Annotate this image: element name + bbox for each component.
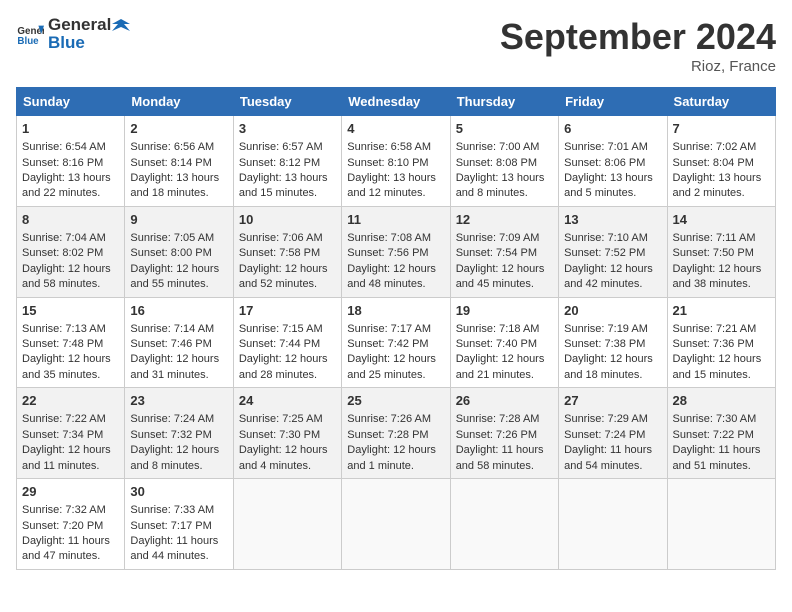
table-row: 5Sunrise: 7:00 AMSunset: 8:08 PMDaylight… bbox=[450, 116, 558, 207]
calendar-week-2: 15Sunrise: 7:13 AMSunset: 7:48 PMDayligh… bbox=[17, 297, 776, 388]
calendar-week-3: 22Sunrise: 7:22 AMSunset: 7:34 PMDayligh… bbox=[17, 388, 776, 479]
col-monday: Monday bbox=[125, 88, 233, 116]
logo: General Blue General Blue bbox=[16, 16, 131, 53]
table-row: 23Sunrise: 7:24 AMSunset: 7:32 PMDayligh… bbox=[125, 388, 233, 479]
svg-text:Blue: Blue bbox=[17, 36, 39, 47]
col-wednesday: Wednesday bbox=[342, 88, 450, 116]
table-row: 1Sunrise: 6:54 AMSunset: 8:16 PMDaylight… bbox=[17, 116, 125, 207]
table-row: 4Sunrise: 6:58 AMSunset: 8:10 PMDaylight… bbox=[342, 116, 450, 207]
calendar-week-0: 1Sunrise: 6:54 AMSunset: 8:16 PMDaylight… bbox=[17, 116, 776, 207]
table-row: 14Sunrise: 7:11 AMSunset: 7:50 PMDayligh… bbox=[667, 206, 775, 297]
table-row: 10Sunrise: 7:06 AMSunset: 7:58 PMDayligh… bbox=[233, 206, 341, 297]
col-tuesday: Tuesday bbox=[233, 88, 341, 116]
logo-bird-icon bbox=[112, 17, 130, 35]
table-row bbox=[450, 479, 558, 570]
logo-general: General bbox=[48, 15, 111, 34]
col-sunday: Sunday bbox=[17, 88, 125, 116]
table-row bbox=[342, 479, 450, 570]
table-row: 20Sunrise: 7:19 AMSunset: 7:38 PMDayligh… bbox=[559, 297, 667, 388]
table-row: 13Sunrise: 7:10 AMSunset: 7:52 PMDayligh… bbox=[559, 206, 667, 297]
calendar-week-1: 8Sunrise: 7:04 AMSunset: 8:02 PMDaylight… bbox=[17, 206, 776, 297]
col-saturday: Saturday bbox=[667, 88, 775, 116]
table-row: 7Sunrise: 7:02 AMSunset: 8:04 PMDaylight… bbox=[667, 116, 775, 207]
table-row: 9Sunrise: 7:05 AMSunset: 8:00 PMDaylight… bbox=[125, 206, 233, 297]
col-friday: Friday bbox=[559, 88, 667, 116]
table-row bbox=[233, 479, 341, 570]
table-row: 28Sunrise: 7:30 AMSunset: 7:22 PMDayligh… bbox=[667, 388, 775, 479]
title-area: September 2024 Rioz, France bbox=[500, 16, 776, 75]
table-row: 26Sunrise: 7:28 AMSunset: 7:26 PMDayligh… bbox=[450, 388, 558, 479]
header: General Blue General Blue September 2024… bbox=[16, 16, 776, 75]
calendar-table: Sunday Monday Tuesday Wednesday Thursday… bbox=[16, 87, 776, 570]
table-row: 17Sunrise: 7:15 AMSunset: 7:44 PMDayligh… bbox=[233, 297, 341, 388]
location: Rioz, France bbox=[500, 58, 776, 75]
table-row: 22Sunrise: 7:22 AMSunset: 7:34 PMDayligh… bbox=[17, 388, 125, 479]
table-row: 16Sunrise: 7:14 AMSunset: 7:46 PMDayligh… bbox=[125, 297, 233, 388]
table-row: 15Sunrise: 7:13 AMSunset: 7:48 PMDayligh… bbox=[17, 297, 125, 388]
calendar-header-row: Sunday Monday Tuesday Wednesday Thursday… bbox=[17, 88, 776, 116]
logo-blue-text: Blue bbox=[48, 33, 131, 53]
table-row: 29Sunrise: 7:32 AMSunset: 7:20 PMDayligh… bbox=[17, 479, 125, 570]
table-row: 2Sunrise: 6:56 AMSunset: 8:14 PMDaylight… bbox=[125, 116, 233, 207]
table-row: 6Sunrise: 7:01 AMSunset: 8:06 PMDaylight… bbox=[559, 116, 667, 207]
table-row: 25Sunrise: 7:26 AMSunset: 7:28 PMDayligh… bbox=[342, 388, 450, 479]
month-title: September 2024 bbox=[500, 16, 776, 58]
table-row: 30Sunrise: 7:33 AMSunset: 7:17 PMDayligh… bbox=[125, 479, 233, 570]
table-row: 19Sunrise: 7:18 AMSunset: 7:40 PMDayligh… bbox=[450, 297, 558, 388]
table-row bbox=[559, 479, 667, 570]
table-row: 8Sunrise: 7:04 AMSunset: 8:02 PMDaylight… bbox=[17, 206, 125, 297]
table-row: 18Sunrise: 7:17 AMSunset: 7:42 PMDayligh… bbox=[342, 297, 450, 388]
logo-icon: General Blue bbox=[16, 20, 44, 48]
table-row: 12Sunrise: 7:09 AMSunset: 7:54 PMDayligh… bbox=[450, 206, 558, 297]
calendar-week-4: 29Sunrise: 7:32 AMSunset: 7:20 PMDayligh… bbox=[17, 479, 776, 570]
table-row: 21Sunrise: 7:21 AMSunset: 7:36 PMDayligh… bbox=[667, 297, 775, 388]
table-row: 3Sunrise: 6:57 AMSunset: 8:12 PMDaylight… bbox=[233, 116, 341, 207]
table-row: 11Sunrise: 7:08 AMSunset: 7:56 PMDayligh… bbox=[342, 206, 450, 297]
table-row: 27Sunrise: 7:29 AMSunset: 7:24 PMDayligh… bbox=[559, 388, 667, 479]
table-row bbox=[667, 479, 775, 570]
col-thursday: Thursday bbox=[450, 88, 558, 116]
table-row: 24Sunrise: 7:25 AMSunset: 7:30 PMDayligh… bbox=[233, 388, 341, 479]
